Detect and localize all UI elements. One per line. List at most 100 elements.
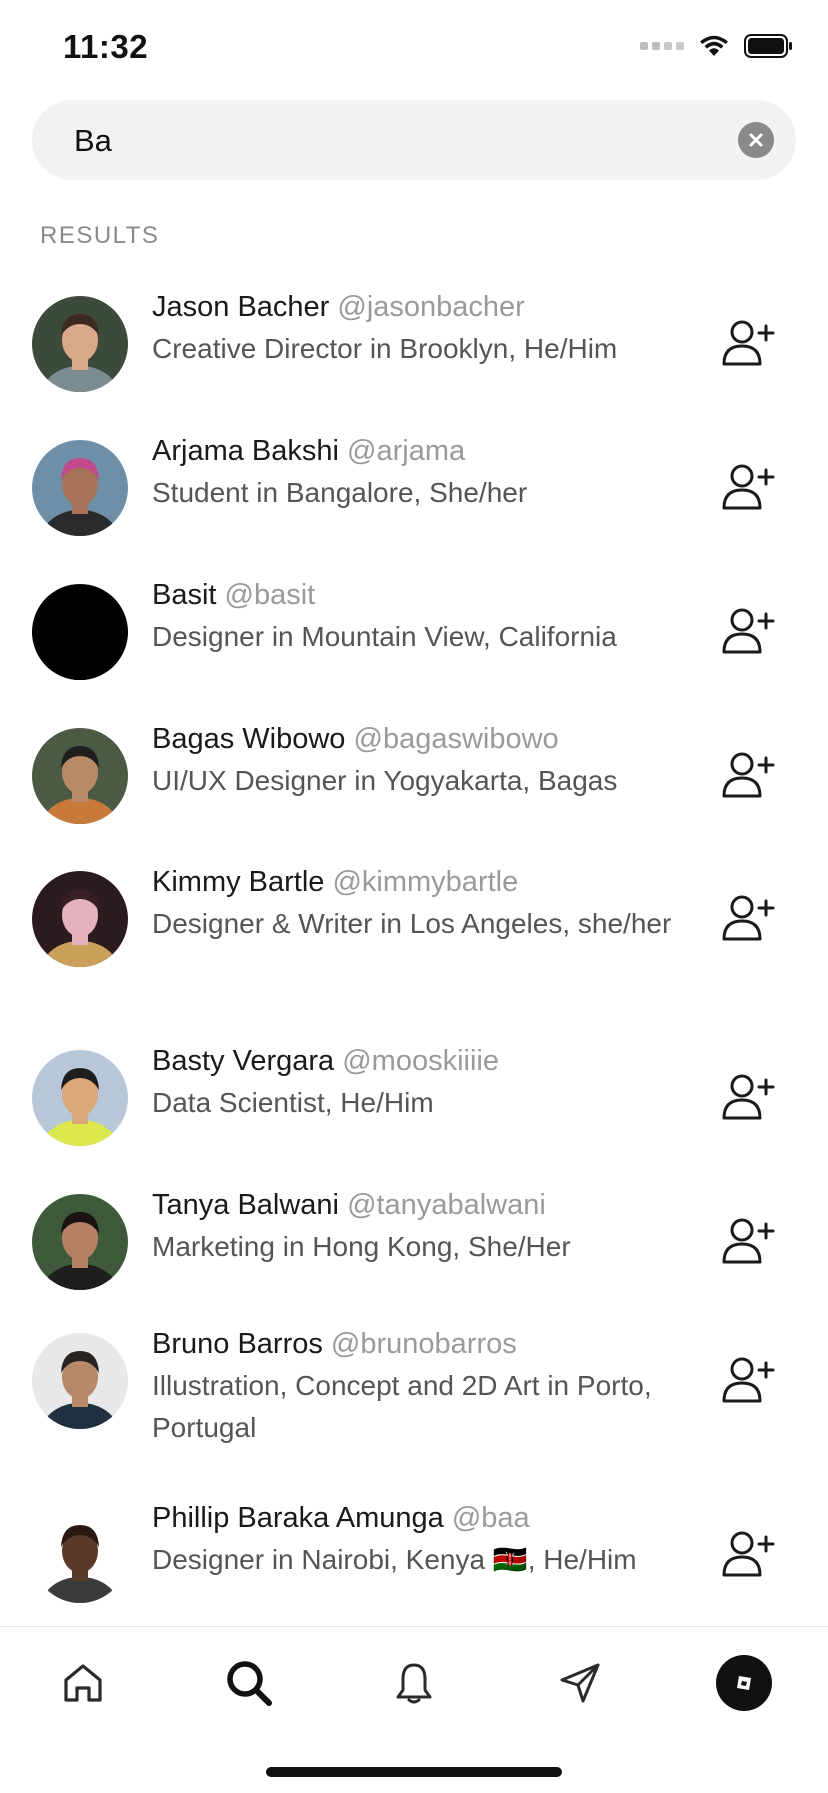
user-bio: Designer in Nairobi, Kenya 🇰🇪, He/Him	[152, 1544, 637, 1575]
add-user-icon	[722, 320, 775, 366]
user-name: Bagas Wibowo	[152, 723, 346, 755]
user-handle: @brunobarros	[330, 1328, 517, 1360]
user-name: Tanya Balwani	[152, 1189, 339, 1221]
user-avatar[interactable]	[32, 296, 128, 392]
add-user-icon	[722, 1531, 775, 1577]
tab-notifications[interactable]	[386, 1655, 442, 1711]
user-name-line: Basty Vergara @mooskiiiie	[152, 1040, 692, 1082]
user-handle: @tanyabalwani	[347, 1189, 546, 1221]
cellular-signal-icon	[640, 42, 684, 50]
follow-button[interactable]	[720, 1529, 776, 1581]
result-row[interactable]: Arjama Bakshi @arjama Student in Bangalor…	[0, 424, 828, 568]
user-avatar[interactable]	[32, 1507, 128, 1603]
user-bio: Illustration, Concept and 2D Art in Port…	[152, 1370, 652, 1443]
user-info: Bruno Barros @brunobarros Illustration, C…	[152, 1323, 692, 1449]
result-row[interactable]: Jason Bacher @jasonbacher Creative Direct…	[0, 280, 828, 424]
home-icon	[64, 1664, 102, 1702]
user-info: Arjama Bakshi @arjama Student in Bangalor…	[152, 430, 692, 514]
tab-profile[interactable]	[716, 1655, 772, 1711]
status-icons	[640, 34, 794, 58]
close-icon	[749, 133, 763, 147]
user-avatar[interactable]	[32, 1194, 128, 1290]
user-handle: @mooskiiiie	[342, 1045, 499, 1077]
search-bar	[32, 100, 796, 182]
add-user-icon	[722, 1218, 775, 1264]
result-row[interactable]: Bruno Barros @brunobarros Illustration, C…	[0, 1317, 828, 1491]
user-avatar[interactable]	[32, 1333, 128, 1429]
user-avatar[interactable]	[32, 871, 128, 967]
user-name-line: Bruno Barros @brunobarros	[152, 1323, 692, 1365]
user-handle: @basit	[224, 579, 316, 611]
follow-button[interactable]	[720, 1355, 776, 1407]
user-bio: Student in Bangalore, She/her	[152, 477, 528, 508]
add-user-icon	[722, 1074, 775, 1120]
follow-button[interactable]	[720, 462, 776, 514]
user-info: Basit @basit Designer in Mountain View, C…	[152, 574, 692, 658]
user-info: Kimmy Bartle @kimmybartle Designer & Writ…	[152, 861, 692, 945]
user-bio: Marketing in Hong Kong, She/Her	[152, 1231, 571, 1262]
user-info: Phillip Baraka Amunga @baa Designer in Na…	[152, 1497, 692, 1581]
user-name-line: Kimmy Bartle @kimmybartle	[152, 861, 692, 903]
clear-search-button[interactable]	[738, 122, 774, 158]
user-name: Phillip Baraka Amunga	[152, 1502, 444, 1534]
user-name: Basit	[152, 579, 217, 611]
result-row[interactable]: Basty Vergara @mooskiiiie Data Scientist,…	[0, 1034, 828, 1178]
user-avatar[interactable]	[32, 1050, 128, 1146]
user-bio: Data Scientist, He/Him	[152, 1087, 434, 1118]
follow-button[interactable]	[720, 318, 776, 370]
user-handle: @jasonbacher	[337, 291, 525, 323]
add-user-icon	[722, 752, 775, 798]
user-bio: Designer & Writer in Los Angeles, she/he…	[152, 908, 672, 939]
user-bio: Creative Director in Brooklyn, He/Him	[152, 333, 618, 364]
result-row[interactable]: Kimmy Bartle @kimmybartle Designer & Writ…	[0, 855, 828, 1034]
status-time: 11:32	[63, 28, 149, 65]
user-name: Jason Bacher	[152, 291, 330, 323]
user-bio: UI/UX Designer in Yogyakarta, Bagas	[152, 765, 618, 796]
profile-avatar-icon	[737, 1676, 751, 1690]
status-bar: 11:32	[0, 0, 828, 96]
user-name: Bruno Barros	[152, 1328, 323, 1360]
results-section-label: RESULTS	[40, 222, 160, 249]
result-row[interactable]: Basit @basit Designer in Mountain View, C…	[0, 568, 828, 712]
user-avatar[interactable]	[32, 584, 128, 680]
follow-button[interactable]	[720, 606, 776, 658]
user-handle: @baa	[451, 1502, 530, 1534]
user-bio: Designer in Mountain View, California	[152, 621, 617, 652]
user-name: Basty Vergara	[152, 1045, 335, 1077]
tab-search[interactable]	[221, 1655, 277, 1711]
user-name-line: Jason Bacher @jasonbacher	[152, 286, 692, 328]
follow-button[interactable]	[720, 1216, 776, 1268]
home-indicator[interactable]	[266, 1767, 562, 1777]
user-avatar[interactable]	[32, 440, 128, 536]
user-name-line: Basit @basit	[152, 574, 692, 616]
search-input[interactable]	[72, 100, 716, 182]
battery-icon	[744, 34, 792, 58]
user-name-line: Phillip Baraka Amunga @baa	[152, 1497, 692, 1539]
follow-button[interactable]	[720, 893, 776, 945]
tab-messages[interactable]	[552, 1655, 608, 1711]
user-name-line: Arjama Bakshi @arjama	[152, 430, 692, 472]
follow-button[interactable]	[720, 750, 776, 802]
user-info: Tanya Balwani @tanyabalwani Marketing in …	[152, 1184, 692, 1268]
result-row[interactable]: Bagas Wibowo @bagaswibowo UI/UX Designer …	[0, 712, 828, 855]
add-user-icon	[722, 1357, 775, 1403]
user-info: Basty Vergara @mooskiiiie Data Scientist,…	[152, 1040, 692, 1124]
user-avatar[interactable]	[32, 728, 128, 824]
user-info: Bagas Wibowo @bagaswibowo UI/UX Designer …	[152, 718, 692, 802]
follow-button[interactable]	[720, 1072, 776, 1124]
user-name-line: Bagas Wibowo @bagaswibowo	[152, 718, 692, 760]
user-handle: @bagaswibowo	[353, 723, 559, 755]
add-user-icon	[722, 464, 775, 510]
add-user-icon	[722, 608, 775, 654]
add-user-icon	[722, 895, 775, 941]
wifi-icon	[700, 35, 728, 56]
send-icon	[560, 1663, 600, 1703]
user-name: Kimmy Bartle	[152, 866, 325, 898]
search-icon	[227, 1661, 272, 1706]
result-row[interactable]: Tanya Balwani @tanyabalwani Marketing in …	[0, 1178, 828, 1317]
bell-icon	[396, 1663, 432, 1704]
user-handle: @kimmybartle	[332, 866, 519, 898]
user-info: Jason Bacher @jasonbacher Creative Direct…	[152, 286, 692, 370]
tab-home[interactable]	[55, 1655, 111, 1711]
user-name-line: Tanya Balwani @tanyabalwani	[152, 1184, 692, 1226]
